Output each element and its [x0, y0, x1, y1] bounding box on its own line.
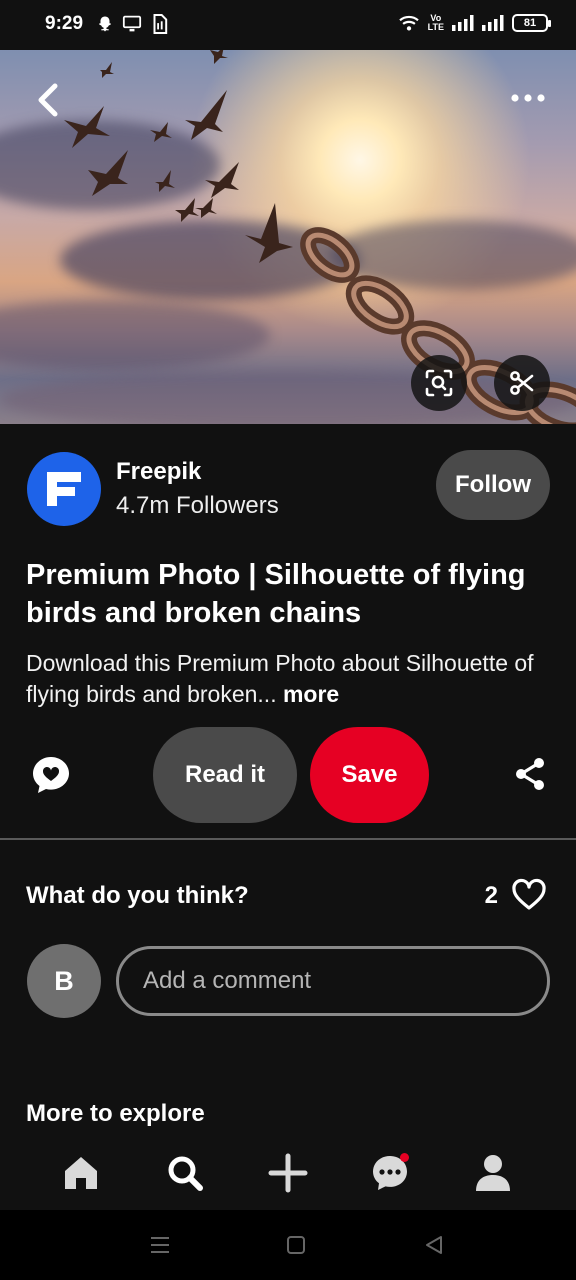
- nav-messages[interactable]: [367, 1150, 413, 1196]
- profile-icon: [476, 1155, 510, 1191]
- menu-icon: [151, 1237, 169, 1253]
- back-system-button[interactable]: [420, 1232, 448, 1258]
- status-bar: 9:29 Vo LTE 81: [0, 0, 576, 50]
- nav-profile[interactable]: [470, 1150, 516, 1196]
- comment-row: B: [27, 944, 550, 1018]
- signal-icon-1: [452, 15, 474, 31]
- plus-icon: [268, 1153, 308, 1193]
- heart-icon[interactable]: [512, 878, 546, 912]
- search-icon: [168, 1156, 203, 1191]
- comment-input[interactable]: [116, 946, 550, 1016]
- creator-followers: 4.7m Followers: [116, 492, 279, 519]
- freepik-logo-icon: [47, 472, 81, 506]
- nav-home[interactable]: [58, 1150, 104, 1196]
- notification-dot: [400, 1153, 409, 1162]
- back-button[interactable]: [28, 80, 68, 120]
- triangle-back-icon: [426, 1236, 442, 1254]
- more-link[interactable]: more: [283, 681, 339, 707]
- home-system-button[interactable]: [282, 1232, 310, 1258]
- screen-icon: [122, 15, 142, 32]
- volte-indicator: Vo LTE: [428, 14, 444, 32]
- pin-description-text: Download this Premium Photo about Silhou…: [26, 650, 534, 707]
- user-avatar[interactable]: B: [27, 944, 101, 1018]
- nav-search[interactable]: [162, 1150, 208, 1196]
- divider: [0, 838, 576, 840]
- comment-button[interactable]: [30, 754, 72, 796]
- read-it-button[interactable]: Read it: [153, 727, 297, 823]
- share-button[interactable]: [512, 756, 548, 792]
- follow-button[interactable]: Follow: [436, 450, 550, 520]
- bottom-nav: [0, 1140, 576, 1210]
- feedback-prompt: What do you think?: [26, 882, 249, 909]
- status-notification-icons: [96, 14, 168, 34]
- creator-row: Freepik 4.7m Followers Follow: [27, 450, 550, 526]
- status-system-icons: Vo LTE 81: [398, 14, 551, 32]
- more-options-button[interactable]: [508, 88, 548, 108]
- system-nav-bar: [0, 1210, 576, 1280]
- comment-heart-icon: [33, 757, 69, 793]
- like-count: 2: [484, 882, 498, 909]
- home-icon: [65, 1157, 97, 1189]
- share-icon: [516, 758, 544, 790]
- creator-avatar[interactable]: [27, 452, 101, 526]
- cutout-button[interactable]: [494, 355, 550, 411]
- visual-search-icon: [425, 369, 453, 397]
- square-icon: [287, 1236, 305, 1254]
- chevron-left-icon: [38, 83, 58, 117]
- more-horizontal-icon: [511, 94, 545, 102]
- scissors-icon: [510, 371, 534, 395]
- creator-name[interactable]: Freepik: [116, 458, 201, 486]
- more-to-explore-heading: More to explore: [26, 1100, 205, 1127]
- action-row: Read it Save: [0, 727, 576, 823]
- save-button[interactable]: Save: [310, 727, 429, 823]
- visual-search-button[interactable]: [411, 355, 467, 411]
- recent-apps-button[interactable]: [146, 1232, 174, 1258]
- battery-level: 81: [523, 17, 537, 29]
- nav-create[interactable]: [265, 1150, 311, 1196]
- signal-icon-2: [482, 15, 504, 31]
- battery-icon: 81: [512, 14, 551, 32]
- pin-image[interactable]: [0, 50, 576, 424]
- pin-description: Download this Premium Photo about Silhou…: [26, 648, 556, 710]
- snapchat-icon: [99, 16, 111, 32]
- sim-icon: [153, 14, 168, 34]
- wifi-icon: [398, 15, 419, 31]
- volte-line2: LTE: [427, 22, 444, 32]
- feedback-row: What do you think? 2: [26, 878, 546, 914]
- pin-title: Premium Photo | Silhouette of flying bir…: [26, 559, 526, 629]
- birds-illustration: [64, 50, 576, 424]
- status-time: 9:29: [45, 13, 84, 34]
